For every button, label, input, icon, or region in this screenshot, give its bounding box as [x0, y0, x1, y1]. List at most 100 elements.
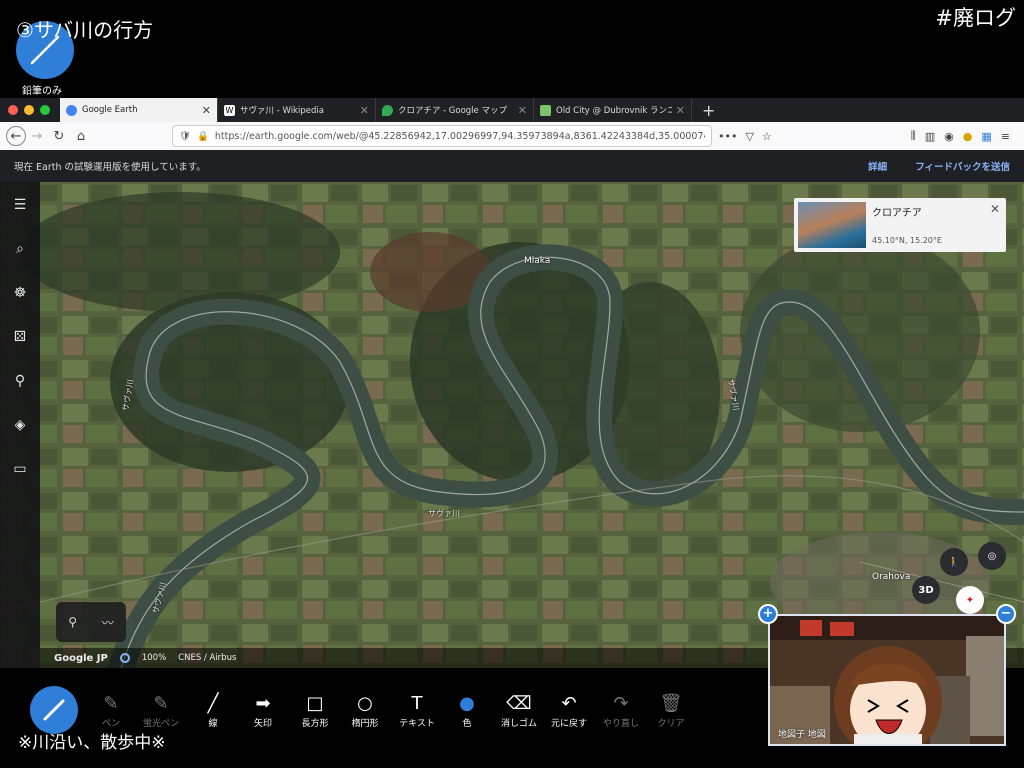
tab-google-maps[interactable]: クロアチア - Google マップ ✕: [376, 98, 534, 122]
pip-collapse-button[interactable]: −: [996, 604, 1016, 624]
close-tab-icon[interactable]: ✕: [518, 104, 527, 117]
tool-eraser-button[interactable]: ⌫ 消しゴム: [494, 690, 544, 730]
ellipse-icon: ○: [357, 692, 373, 714]
pegman-icon: 🚶: [947, 556, 961, 568]
tool-text-button[interactable]: T テキスト: [392, 690, 442, 730]
account-icon[interactable]: ◉: [944, 130, 954, 143]
window-controls: [0, 98, 60, 122]
zoom-window-button[interactable]: [40, 105, 50, 115]
highlighter-icon: ✎: [153, 692, 169, 714]
zoom-percent: 100%: [141, 653, 167, 663]
close-tab-icon[interactable]: ✕: [202, 104, 211, 117]
extensions-menu-icon[interactable]: ▦: [981, 130, 991, 143]
banner-text: 現在 Earth の試験運用版を使用しています。: [14, 162, 206, 173]
library-icon[interactable]: ⫼: [911, 129, 916, 143]
line-icon: ╱: [207, 692, 219, 714]
place-label-orahova: Orahova: [872, 572, 911, 582]
satellite-map-view[interactable]: ☰ ⌕ ☸ ⚄ ⚲ ◈ ▭ Mlaka Orahova サヴァ川 サヴァ川 サヴ…: [0, 182, 1024, 668]
feeling-lucky-dice-icon[interactable]: ⚄: [9, 326, 31, 348]
trash-icon: 🗑: [659, 692, 683, 714]
google-logo: Google JP: [54, 652, 108, 664]
map-style-layers-icon[interactable]: ◈: [9, 414, 31, 436]
rectangle-icon: □: [306, 692, 324, 714]
eraser-icon: ⌫: [506, 692, 532, 714]
tool-line-button[interactable]: ╱ 線: [188, 690, 238, 730]
tab-wikipedia[interactable]: W サヴァ川 - Wikipedia ✕: [218, 98, 376, 122]
projects-pin-icon[interactable]: ⚲: [9, 370, 31, 392]
webcam-caption: 地図子 地図: [778, 730, 826, 740]
close-window-button[interactable]: [8, 105, 18, 115]
pocket-icon[interactable]: ▽: [745, 130, 753, 143]
toggle-3d-button[interactable]: 3D: [912, 576, 940, 604]
home-button[interactable]: ⌂: [70, 125, 92, 147]
forward-button[interactable]: →: [26, 125, 48, 147]
imagery-attribution: CNES / Airbus: [178, 653, 237, 663]
extension-icon[interactable]: ●: [963, 130, 973, 143]
tool-undo-button[interactable]: ↶ 元に戻す: [544, 690, 594, 730]
details-link[interactable]: 詳細: [868, 159, 887, 173]
compass-button[interactable]: ✦: [956, 586, 984, 614]
slide-top-area: ③サバ川の行方 鉛筆のみ #廃ログ: [0, 0, 1024, 98]
tool-rectangle-button[interactable]: □ 長方形: [290, 690, 340, 730]
pip-expand-button[interactable]: +: [758, 604, 778, 624]
close-tab-icon[interactable]: ✕: [360, 104, 369, 117]
back-button[interactable]: ←: [6, 126, 26, 146]
menu-icon[interactable]: ≡: [1001, 130, 1010, 143]
tool-label: 消しゴム: [500, 719, 537, 729]
close-tab-icon[interactable]: ✕: [676, 104, 685, 117]
feedback-link[interactable]: フィードバックを送信: [915, 159, 1010, 173]
webcam-pip[interactable]: 地図子 地図: [768, 614, 1006, 746]
toolbar-right-icons: ⫼ ▥ ◉ ● ▦ ≡: [911, 129, 1010, 143]
compass-icon: ✦: [965, 594, 975, 606]
place-thumbnail: [798, 202, 866, 248]
tab-label: Old City @ Dubrovnik ランニン: [556, 106, 672, 116]
map-drawing-tools: ⚲ 〰: [56, 602, 126, 642]
placemark-icon[interactable]: ⚲: [68, 615, 77, 629]
tool-label: 色: [462, 719, 472, 729]
address-bar[interactable]: 🛡 🔒 https://earth.google.com/web/@45.228…: [172, 125, 712, 147]
tool-highlighter-button[interactable]: ✎ 蛍光ペン: [136, 690, 186, 730]
tool-clear-button[interactable]: 🗑 クリア: [646, 690, 696, 730]
earth-experimental-banner: 現在 Earth の試験運用版を使用しています。 詳細 フィードバックを送信: [0, 150, 1024, 182]
bookmark-star-icon[interactable]: ☆: [762, 130, 772, 143]
minimize-window-button[interactable]: [24, 105, 34, 115]
url-text[interactable]: https://earth.google.com/web/@45.2285694…: [215, 131, 705, 142]
color-circle-icon: ●: [459, 692, 475, 714]
new-tab-button[interactable]: +: [692, 98, 725, 122]
tool-color-button[interactable]: ● 色: [442, 690, 492, 730]
reload-button[interactable]: ↻: [48, 125, 70, 147]
my-location-button[interactable]: ◎: [978, 542, 1006, 570]
google-maps-favicon-icon: [382, 104, 393, 116]
place-info-card[interactable]: クロアチア 45.10°N, 15.20°E ✕: [794, 198, 1006, 252]
tool-ellipse-button[interactable]: ○ 楕円形: [340, 690, 390, 730]
main-pen-button[interactable]: [30, 686, 78, 734]
wikipedia-favicon-icon: W: [224, 104, 235, 116]
redo-icon: ↷: [613, 692, 629, 714]
tool-label: 矢印: [253, 719, 272, 729]
tool-label: 楕円形: [351, 719, 379, 729]
path-icon[interactable]: 〰: [102, 614, 114, 631]
sidebar-icon[interactable]: ▥: [925, 130, 935, 143]
tool-redo-button[interactable]: ↷ やり直し: [596, 690, 646, 730]
voyager-icon[interactable]: ☸: [9, 282, 31, 304]
slide-title: ③サバ川の行方: [16, 18, 154, 42]
menu-icon[interactable]: ☰: [9, 194, 31, 216]
pegman-street-view-button[interactable]: 🚶: [940, 548, 968, 576]
measure-ruler-icon[interactable]: ▭: [9, 458, 31, 480]
tool-label: テキスト: [399, 719, 435, 729]
river-label: サヴァ川: [428, 509, 460, 518]
loading-ring-icon: [119, 653, 130, 663]
google-earth-favicon-icon: [66, 104, 77, 116]
tab-label: サヴァ川 - Wikipedia: [240, 106, 324, 116]
site-favicon-icon: [540, 104, 551, 116]
address-bar-actions: ••• ▽ ☆: [718, 130, 772, 143]
tool-arrow-button[interactable]: ➡ 矢印: [238, 690, 288, 730]
tab-google-earth[interactable]: Google Earth ✕: [60, 98, 218, 122]
search-icon[interactable]: ⌕: [9, 238, 31, 260]
tool-pen-button[interactable]: ✎ ペン: [86, 690, 136, 730]
slide-caption: ※川沿い、散歩中※: [18, 733, 166, 753]
more-actions-icon[interactable]: •••: [718, 130, 737, 143]
close-icon[interactable]: ✕: [990, 202, 1000, 216]
tool-label: やり直し: [602, 719, 639, 729]
tab-dubrovnik[interactable]: Old City @ Dubrovnik ランニン ✕: [534, 98, 692, 122]
